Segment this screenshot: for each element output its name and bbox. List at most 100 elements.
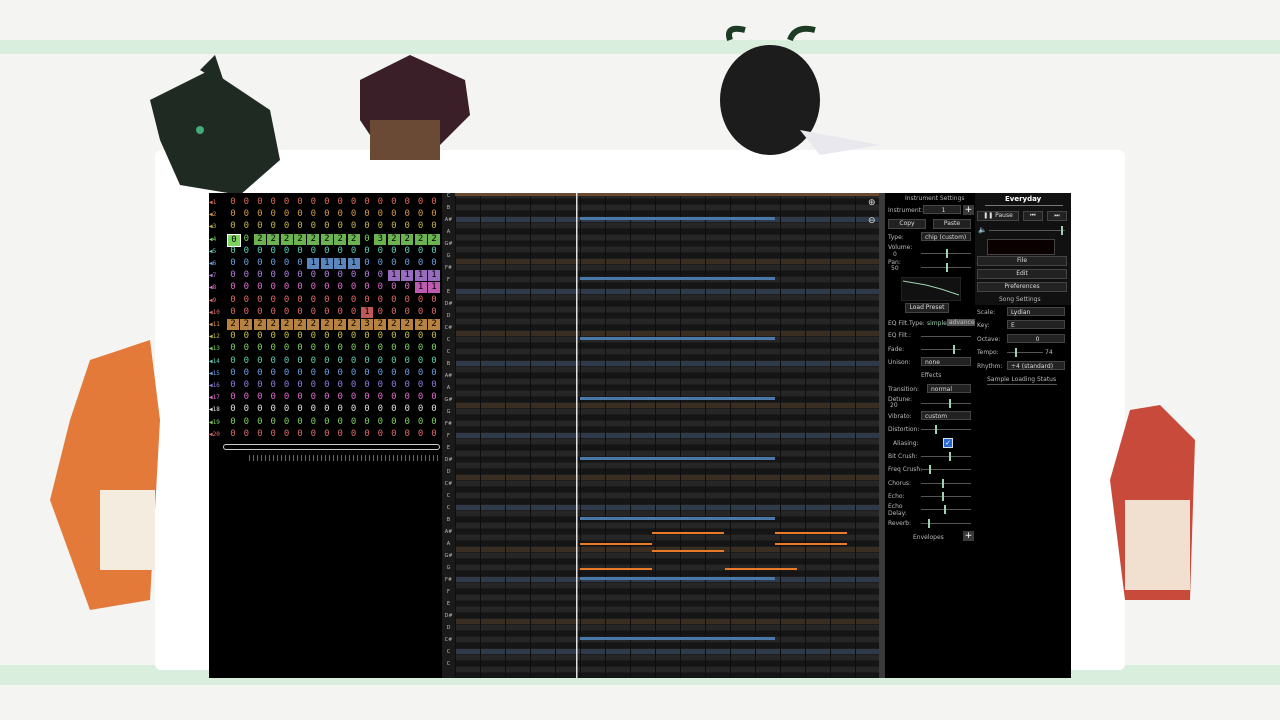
pattern-cell[interactable]: 0 [334, 282, 346, 293]
pattern-cell[interactable]: 0 [361, 356, 373, 367]
pattern-cell[interactable]: 0 [281, 209, 293, 220]
pattern-cell[interactable]: 0 [321, 197, 333, 208]
pattern-cell[interactable]: 0 [348, 246, 360, 257]
pattern-cell[interactable]: 0 [227, 246, 239, 257]
pattern-cell[interactable]: 0 [254, 343, 266, 354]
pattern-cell[interactable]: 0 [388, 282, 400, 293]
freqcrush-knob[interactable] [929, 465, 931, 474]
pattern-cell[interactable]: 0 [307, 246, 319, 257]
pattern-cell[interactable]: 0 [254, 356, 266, 367]
channel-label[interactable]: ◀9 [209, 295, 225, 307]
pattern-cell[interactable]: 0 [294, 417, 306, 428]
pattern-cell[interactable]: 2 [334, 319, 347, 330]
pattern-cell[interactable]: 3 [361, 319, 373, 330]
pattern-cell[interactable]: 0 [307, 307, 319, 318]
pattern-cell[interactable]: 0 [361, 221, 373, 232]
pattern-cell[interactable]: 0 [281, 246, 293, 257]
pattern-cell[interactable]: 0 [415, 343, 427, 354]
pattern-cell[interactable]: 0 [415, 380, 427, 391]
pattern-cell[interactable]: 0 [227, 368, 239, 379]
pan-knob[interactable] [946, 263, 948, 272]
piano-key[interactable]: D# [442, 613, 455, 619]
pattern-cell[interactable]: 0 [267, 295, 279, 306]
pattern-cell[interactable]: 0 [374, 343, 386, 354]
piano-key[interactable]: A# [442, 373, 455, 379]
pattern-cell[interactable]: 0 [267, 392, 279, 403]
pattern-cell[interactable]: 0 [388, 295, 400, 306]
pattern-cell[interactable]: 0 [388, 356, 400, 367]
pattern-cell[interactable]: 0 [254, 307, 266, 318]
channel-label[interactable]: ◀11 [209, 319, 225, 331]
fade-knob[interactable] [953, 345, 955, 354]
fade-slider[interactable] [921, 349, 961, 350]
pattern-cell[interactable]: 0 [388, 404, 400, 415]
pattern-cell[interactable]: 0 [348, 356, 360, 367]
piano-key[interactable]: E [442, 445, 455, 451]
piano-key[interactable]: F# [442, 577, 455, 583]
pattern-cell[interactable]: 0 [307, 368, 319, 379]
piano-key[interactable]: C# [442, 481, 455, 487]
pattern-cell[interactable]: 0 [401, 307, 413, 318]
piano-key[interactable]: C [442, 505, 455, 511]
pattern-cell[interactable]: 0 [361, 404, 373, 415]
pattern-cell[interactable]: 0 [240, 221, 252, 232]
pattern-cell[interactable]: 0 [388, 209, 400, 220]
pattern-cell[interactable]: 0 [227, 270, 239, 281]
type-select[interactable]: chip (custom) [921, 232, 971, 241]
pattern-cell[interactable]: 0 [388, 221, 400, 232]
pattern-cell[interactable]: 0 [227, 343, 239, 354]
pattern-cell[interactable]: 2 [401, 233, 414, 245]
pattern-cell[interactable]: 0 [361, 343, 373, 354]
pattern-cell[interactable]: 0 [267, 258, 279, 269]
piano-key[interactable]: A# [442, 529, 455, 535]
pattern-cell[interactable]: 0 [294, 368, 306, 379]
pattern-cell[interactable]: 0 [388, 343, 400, 354]
piano-key[interactable]: F# [442, 265, 455, 271]
pattern-cell[interactable]: 0 [334, 343, 346, 354]
pattern-cell[interactable]: 2 [387, 319, 400, 330]
pattern-cell[interactable]: 0 [415, 258, 427, 269]
pattern-cell[interactable]: 0 [294, 221, 306, 232]
pattern-cell[interactable]: 0 [267, 246, 279, 257]
pattern-cell[interactable]: 2 [294, 233, 306, 245]
zoom-in-icon[interactable]: ⊕ [868, 198, 876, 208]
pattern-cell[interactable]: 0 [321, 307, 333, 318]
pattern-cell[interactable]: 0 [348, 331, 360, 342]
pattern-cell[interactable]: 0 [428, 368, 440, 379]
pattern-cell[interactable]: 0 [240, 258, 252, 269]
pattern-cell[interactable]: 0 [240, 343, 252, 354]
pattern-cell[interactable]: 0 [254, 221, 266, 232]
pattern-cell[interactable]: 0 [361, 380, 373, 391]
pattern-cell[interactable]: 1 [347, 258, 360, 269]
channel-label[interactable]: ◀2 [209, 209, 225, 221]
pattern-cell[interactable]: 2 [320, 233, 333, 245]
pattern-cell[interactable]: 0 [348, 197, 360, 208]
detune-knob[interactable] [949, 399, 951, 408]
bitcrush-slider[interactable] [921, 456, 971, 457]
pattern-cell[interactable]: 0 [374, 307, 386, 318]
pattern-cell[interactable]: 0 [254, 246, 266, 257]
pattern-cell[interactable]: 0 [240, 368, 252, 379]
master-volume-knob[interactable] [1061, 226, 1063, 235]
pattern-cell[interactable]: 0 [401, 221, 413, 232]
piano-key[interactable]: B [442, 361, 455, 367]
pattern-cell[interactable]: 2 [401, 319, 414, 330]
pattern-cell[interactable]: 0 [254, 258, 266, 269]
pattern-cell[interactable]: 0 [401, 343, 413, 354]
pattern-cell[interactable]: 2 [240, 319, 253, 330]
preferences-menu[interactable]: Preferences [977, 282, 1067, 292]
pattern-cell[interactable]: 2 [320, 319, 333, 330]
pattern-cell[interactable]: 0 [240, 429, 252, 440]
pattern-cell[interactable]: 0 [307, 392, 319, 403]
pattern-cell[interactable]: 0 [294, 209, 306, 220]
pattern-cell[interactable]: 2 [414, 233, 427, 245]
pattern-cell[interactable]: 0 [227, 258, 239, 269]
pattern-cell[interactable]: 0 [428, 404, 440, 415]
note-grid[interactable] [455, 193, 879, 678]
pattern-cell[interactable]: 0 [348, 295, 360, 306]
zoom-out-icon[interactable]: ⊖ [868, 216, 876, 226]
pattern-cell[interactable]: 1 [428, 282, 440, 294]
pattern-cell[interactable]: 0 [267, 197, 279, 208]
instrument-select[interactable]: 1 [923, 205, 961, 214]
channel-label[interactable]: ◀18 [209, 404, 225, 416]
